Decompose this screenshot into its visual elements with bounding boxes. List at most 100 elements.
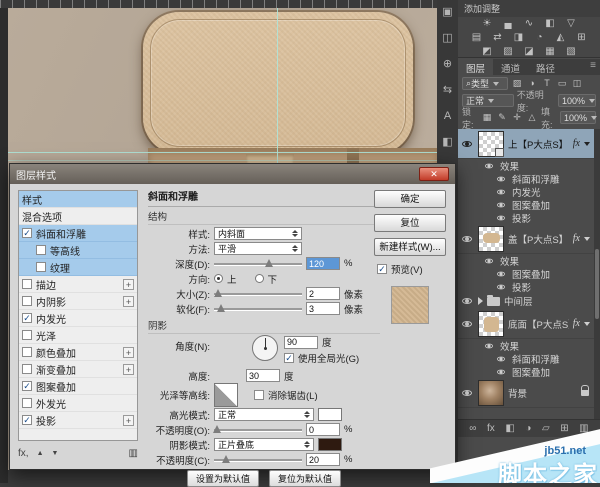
- style-item-4[interactable]: 内阴影: [19, 293, 137, 310]
- brightness-contrast-icon[interactable]: ☀: [481, 18, 494, 30]
- reset-default-button[interactable]: 复位为默认值: [269, 470, 342, 487]
- visibility-toggle[interactable]: [494, 202, 508, 208]
- visibility-toggle[interactable]: [494, 356, 508, 362]
- lock-position-icon[interactable]: ✛: [511, 112, 523, 123]
- highlight-opacity-input[interactable]: 0: [306, 423, 340, 436]
- panel-dock-icon-5[interactable]: A: [444, 110, 451, 122]
- style-checkbox[interactable]: [22, 415, 32, 425]
- shadow-opacity-input[interactable]: 20: [306, 453, 340, 466]
- opacity-dropdown[interactable]: 100%: [558, 94, 596, 107]
- highlight-color-swatch[interactable]: [318, 408, 342, 421]
- lock-all-icon[interactable]: △: [526, 112, 538, 123]
- move-down-icon[interactable]: ▼: [52, 450, 59, 457]
- preview-checkbox[interactable]: [377, 264, 387, 274]
- size-input[interactable]: 2: [306, 287, 340, 300]
- depth-slider[interactable]: [214, 259, 302, 267]
- effect-name[interactable]: 斜面和浮雕: [512, 172, 560, 186]
- styles-nav-0[interactable]: 样式: [19, 191, 137, 208]
- invert-icon[interactable]: ◩: [481, 46, 494, 58]
- effects-header-row-7[interactable]: 效果: [458, 254, 594, 268]
- style-checkbox[interactable]: [22, 279, 32, 289]
- style-checkbox[interactable]: [22, 330, 32, 340]
- shadow-opacity-slider[interactable]: [214, 455, 302, 463]
- fx-badge[interactable]: fx: [573, 318, 580, 329]
- highlight-opacity-slider[interactable]: [212, 425, 302, 433]
- visibility-toggle[interactable]: [482, 163, 496, 169]
- style-checkbox[interactable]: [22, 313, 32, 323]
- trash-icon[interactable]: ▥: [129, 448, 138, 459]
- bevel-style-dropdown[interactable]: 内斜面: [214, 227, 302, 240]
- color-balance-icon[interactable]: ⇄: [491, 32, 504, 44]
- visibility-toggle[interactable]: [494, 271, 508, 277]
- direction-up-radio[interactable]: [214, 274, 223, 283]
- add-instance-icon[interactable]: [123, 363, 134, 375]
- visibility-toggle[interactable]: [494, 215, 508, 221]
- panel-dock-icon-6[interactable]: ◧: [442, 136, 452, 148]
- direction-down-radio[interactable]: [254, 274, 264, 283]
- angle-dial[interactable]: [252, 335, 278, 361]
- fx-badge[interactable]: fx: [573, 138, 580, 149]
- selective-color-icon[interactable]: ▧: [565, 46, 578, 58]
- effect-name[interactable]: 图案叠加: [512, 198, 550, 212]
- tab-channels[interactable]: 通道: [493, 59, 529, 75]
- panel-dock-icon-3[interactable]: ⊕: [443, 58, 452, 70]
- style-item-11[interactable]: 投影: [19, 412, 137, 429]
- antialias-checkbox[interactable]: [254, 390, 264, 400]
- layer-thumbnail[interactable]: [478, 130, 504, 157]
- style-item-0[interactable]: 斜面和浮雕: [19, 225, 137, 242]
- style-checkbox[interactable]: [36, 245, 46, 255]
- collapse-effects-icon[interactable]: [584, 321, 590, 326]
- expand-group-icon[interactable]: [478, 297, 483, 305]
- set-default-button[interactable]: 设置为默认值: [186, 470, 259, 487]
- soften-input[interactable]: 3: [306, 302, 340, 315]
- fx-badge[interactable]: fx: [573, 233, 580, 244]
- collapse-effects-icon[interactable]: [584, 141, 590, 146]
- layer-thumbnail[interactable]: [478, 225, 504, 252]
- layer-row-0[interactable]: 上【P大点S】 fx: [458, 129, 594, 159]
- add-instance-icon[interactable]: [123, 278, 134, 290]
- technique-dropdown[interactable]: 平滑: [214, 242, 302, 255]
- threshold-icon[interactable]: ◪: [523, 46, 536, 58]
- shadow-mode-dropdown[interactable]: 正片叠底: [214, 438, 314, 451]
- layer-name[interactable]: 上【P大点S】: [508, 137, 568, 151]
- effects-header-label[interactable]: 效果: [500, 254, 519, 268]
- visibility-toggle[interactable]: [482, 258, 496, 264]
- layer-row-15[interactable]: 背景: [458, 378, 594, 408]
- exposure-icon[interactable]: ◧: [544, 18, 557, 30]
- effect-name[interactable]: 投影: [512, 211, 531, 225]
- style-item-5[interactable]: 内发光: [19, 310, 137, 327]
- filter-type-dropdown[interactable]: ⌕ 类型: [462, 77, 508, 90]
- visibility-toggle[interactable]: [460, 320, 474, 327]
- layer-row-6[interactable]: 盖【P大点S】 fx: [458, 224, 594, 254]
- add-instance-icon[interactable]: [123, 346, 134, 358]
- effect-name[interactable]: 图案叠加: [512, 267, 550, 281]
- altitude-input[interactable]: 30: [246, 369, 280, 382]
- shadow-color-swatch[interactable]: [318, 438, 342, 451]
- style-item-2[interactable]: 纹理: [19, 259, 137, 276]
- size-slider[interactable]: [214, 289, 302, 297]
- style-checkbox[interactable]: [22, 364, 32, 374]
- style-item-8[interactable]: 渐变叠加: [19, 361, 137, 378]
- panel-dock-icon-1[interactable]: ▣: [442, 6, 452, 18]
- layer-row-11[interactable]: 底面【P大点S】 fx: [458, 309, 594, 339]
- dialog-title-bar[interactable]: 图层样式 ✕: [10, 164, 455, 184]
- layers-scrollbar[interactable]: [594, 129, 600, 419]
- tab-layers[interactable]: 图层: [458, 59, 494, 75]
- style-item-6[interactable]: 光泽: [19, 327, 137, 344]
- new-style-button[interactable]: 新建样式(W)...: [374, 238, 446, 256]
- effects-header-row-12[interactable]: 效果: [458, 339, 594, 353]
- visibility-toggle[interactable]: [460, 389, 474, 396]
- collapse-effects-icon[interactable]: [584, 236, 590, 241]
- panel-dock-icon-2[interactable]: ◫: [442, 32, 452, 44]
- lock-pixels-icon[interactable]: ✎: [496, 112, 508, 123]
- effects-header-label[interactable]: 效果: [500, 339, 519, 353]
- curves-icon[interactable]: ∿: [523, 18, 536, 30]
- close-button[interactable]: ✕: [419, 167, 449, 181]
- add-instance-icon[interactable]: [123, 414, 134, 426]
- style-item-1[interactable]: 等高线: [19, 242, 137, 259]
- filter-shape-icon[interactable]: ▭: [556, 78, 568, 89]
- lock-transparency-icon[interactable]: ▦: [481, 112, 493, 123]
- visibility-toggle[interactable]: [460, 298, 474, 304]
- filter-smart-object-icon[interactable]: ◫: [571, 78, 583, 89]
- hue-saturation-icon[interactable]: ▤: [470, 32, 483, 44]
